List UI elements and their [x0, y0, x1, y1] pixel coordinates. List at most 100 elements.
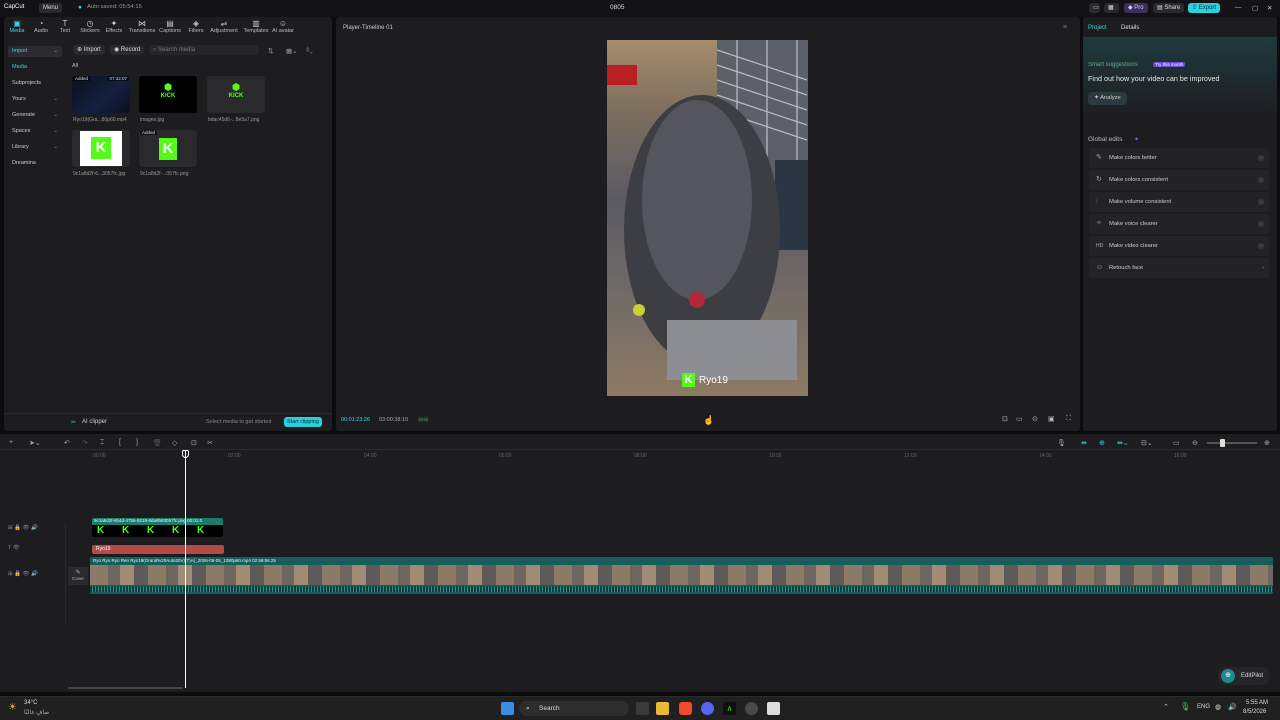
edit-video-clearer[interactable]: HD Make video clearer	[1089, 236, 1269, 256]
view-icon[interactable]: ▦	[1104, 3, 1119, 13]
network-icon[interactable]: ◍	[1215, 703, 1221, 711]
media-item-image[interactable]: Added K	[139, 130, 197, 167]
track-controls-video[interactable]: ⊞ 🔒 👁 🔊	[8, 571, 38, 577]
close-icon[interactable]: ✕	[1267, 4, 1272, 12]
tool-captions[interactable]: ▤ Captions	[158, 19, 182, 34]
subtitle-icon[interactable]: ▣	[1048, 415, 1055, 423]
nav-import[interactable]: Import ⌄	[8, 46, 62, 57]
crop-icon[interactable]: ⊡	[1002, 415, 1008, 423]
tray-chevron-icon[interactable]: ⌃	[1163, 703, 1169, 711]
edit-colors-consistent[interactable]: ↻ Make colors consistent	[1089, 170, 1269, 190]
select-tool-icon[interactable]: ➤⌄	[29, 439, 41, 447]
nav-media[interactable]: Media	[8, 62, 62, 73]
playhead-handle[interactable]	[182, 450, 189, 458]
start-clipping-button[interactable]: Start clipping	[284, 417, 322, 427]
brave-icon[interactable]	[679, 702, 692, 715]
pro-button[interactable]: ◆ Pro	[1124, 3, 1148, 13]
nav-spaces[interactable]: Spaces ⌄	[8, 126, 62, 137]
tool-text[interactable]: T Text	[53, 19, 77, 34]
toggle-dot[interactable]	[1258, 199, 1264, 205]
delete-icon[interactable]: 🗑	[153, 439, 162, 447]
tool-filters[interactable]: ◈ Filters	[184, 19, 208, 34]
toggle-dot[interactable]	[1258, 221, 1264, 227]
search-input[interactable]: ⌕ Search media	[149, 45, 259, 55]
horizontal-scrollbar[interactable]	[68, 687, 183, 689]
track-controls-sticker[interactable]: ⊞ 🔒 👁 🔊	[8, 525, 38, 531]
tool-audio[interactable]: ◔ Audio	[29, 19, 53, 34]
file-explorer-icon[interactable]	[656, 702, 669, 715]
capcut-icon[interactable]	[767, 702, 780, 715]
clock-date[interactable]: 8/5/2026	[1243, 709, 1266, 715]
media-item-image[interactable]: ⬢ KICK	[207, 76, 265, 113]
add-track-icon[interactable]: +	[9, 439, 13, 446]
marker-icon[interactable]: ◇	[172, 439, 177, 447]
zoom-slider[interactable]	[1207, 442, 1257, 444]
microphone-icon[interactable]: 🎙	[1180, 702, 1190, 711]
toggle-dot[interactable]	[1258, 177, 1264, 183]
freeze-icon[interactable]: ⊡	[191, 439, 197, 447]
clock-time[interactable]: 5:55 AM	[1246, 700, 1268, 706]
microphone-icon[interactable]: 🎙	[1057, 439, 1066, 447]
task-view-icon[interactable]	[636, 702, 649, 715]
zoom-out-icon[interactable]: ⊖	[1192, 439, 1198, 447]
export-button[interactable]: ⇪ Export	[1188, 3, 1221, 13]
tab-details[interactable]: Details	[1121, 25, 1139, 31]
zoom-in-icon[interactable]: ⊕	[1264, 439, 1270, 447]
tool-media[interactable]: ▣ Media	[5, 19, 29, 34]
edit-volume-consistent[interactable]: ⫶ Make volume consistent	[1089, 192, 1269, 212]
video-clip[interactable]: Ryo Ryo Ryo Ren Ryo19(Grand%20Auto20V)(T…	[90, 557, 1273, 594]
tool-ai-avatar[interactable]: ☺ AI avatar	[270, 19, 296, 34]
magnet-icon[interactable]: ⊕	[1099, 439, 1105, 447]
nav-subprojects[interactable]: Subprojects	[8, 78, 62, 89]
split-icon[interactable]: ⌶	[100, 439, 104, 447]
snapshot-icon[interactable]: ⊙	[1032, 415, 1038, 423]
kick-app-icon[interactable]: ʌ	[723, 702, 736, 715]
edit-voice-clearer[interactable]: ✧ Make voice clearer	[1089, 214, 1269, 234]
zoom-slider-thumb[interactable]	[1220, 439, 1225, 447]
start-icon[interactable]	[501, 702, 514, 715]
filter-all-label[interactable]: All	[72, 63, 78, 69]
import-button[interactable]: ⊕ Import	[73, 45, 105, 55]
share-button[interactable]: ▤ Share	[1153, 3, 1185, 13]
edit-colors-better[interactable]: ✎ Make colors better	[1089, 148, 1269, 168]
tool-effects[interactable]: ✦ Effects	[102, 19, 126, 34]
toggle-dot[interactable]	[1258, 155, 1264, 161]
tool-transitions[interactable]: ⋈ Transitions	[128, 19, 156, 34]
ratio-icon[interactable]: ▭	[1016, 415, 1023, 423]
tab-project[interactable]: Project	[1088, 25, 1107, 31]
menu-button[interactable]: Menu	[39, 3, 63, 13]
media-item-video[interactable]: Added 07:32:07	[72, 76, 130, 113]
taskbar-search[interactable]: ⌕ Search	[519, 701, 629, 716]
layout-icon[interactable]: ▭	[1089, 3, 1100, 13]
tool-adjustment[interactable]: ⇌ Adjustment	[208, 19, 240, 34]
sticker-clip[interactable]: 9c1a8d2f-6b4d-4756-9218-8da9b93057fc.png…	[92, 518, 223, 537]
text-clip[interactable]: Ryo19	[92, 545, 224, 554]
filter-icon[interactable]: ⫩⌄	[306, 47, 313, 55]
grid-view-icon[interactable]: ▦⌄	[286, 47, 298, 55]
cover-button[interactable]: ✎ Cover	[68, 567, 88, 585]
analyze-button[interactable]: ✦ Analyze	[1088, 92, 1127, 105]
volume-icon[interactable]: 🔊	[1228, 703, 1237, 711]
toggle-dot[interactable]	[1258, 243, 1264, 249]
editpilot-button[interactable]: ⊕ EditPilot	[1218, 667, 1270, 685]
video-preview[interactable]: K Ryo19	[607, 40, 808, 396]
media-item-image[interactable]: ⬢ KICK	[139, 76, 197, 113]
record-button[interactable]: ◉ Record	[110, 45, 145, 55]
nav-dreamina[interactable]: Dreamina	[8, 158, 62, 169]
language-indicator[interactable]: ENG	[1197, 704, 1210, 710]
caption-icon[interactable]: ▭	[1173, 439, 1180, 447]
track-controls-text[interactable]: T 👁	[8, 545, 20, 551]
redo-icon[interactable]: ↷	[82, 439, 88, 447]
nav-generate[interactable]: Generate ⌄	[8, 110, 62, 121]
snap-icon[interactable]: ⇹⌄	[1117, 439, 1129, 447]
media-item-image[interactable]: K	[72, 130, 130, 167]
minimize-icon[interactable]: —	[1235, 4, 1242, 11]
player-menu-icon[interactable]: ≡	[1063, 24, 1067, 31]
edit-retouch-face[interactable]: ☺ Retouch face ›	[1089, 258, 1269, 278]
playhead[interactable]	[185, 450, 186, 688]
tool-templates[interactable]: ▥ Templates	[242, 19, 270, 34]
nav-yours[interactable]: Yours ⌄	[8, 94, 62, 105]
link-icon[interactable]: ⇹	[1081, 439, 1087, 447]
nav-library[interactable]: Library ⌄	[8, 142, 62, 153]
maximize-icon[interactable]: ▢	[1252, 4, 1258, 12]
